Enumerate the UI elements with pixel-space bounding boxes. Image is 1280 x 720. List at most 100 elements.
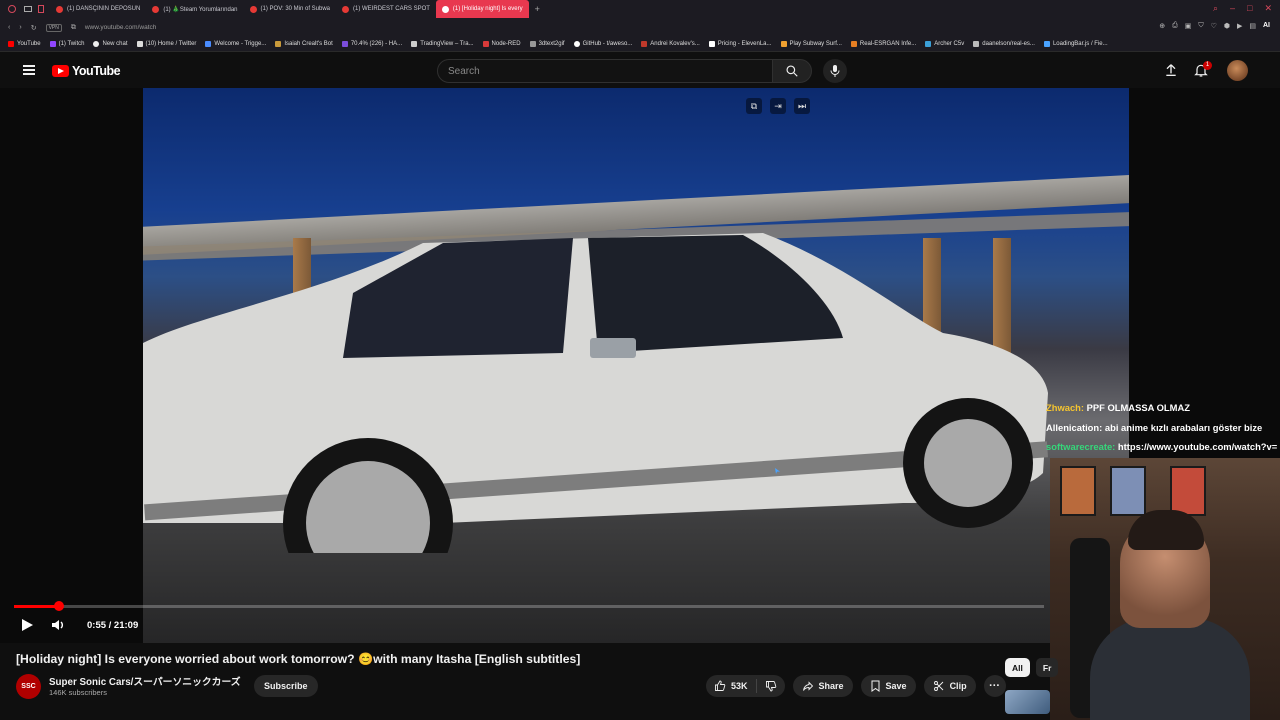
bookmark-label: daanelson/real-es... <box>982 41 1035 47</box>
pinned-tab-icon[interactable] <box>38 5 44 13</box>
url-field[interactable]: www.youtube.com/watch <box>85 24 157 31</box>
progress-bar[interactable] <box>14 601 1044 611</box>
browser-menu-icon[interactable] <box>8 5 16 13</box>
bookmark-item[interactable]: New chat <box>93 41 128 47</box>
share-button[interactable]: Share <box>792 675 853 697</box>
bookmark-item[interactable]: Andrei Kovalev's... <box>641 41 700 47</box>
bookmark-favicon-icon <box>925 41 932 47</box>
share-icon <box>802 681 813 691</box>
bookmark-label: LoadingBar.js / Fie... <box>1052 41 1108 47</box>
bookmark-item[interactable]: Isaiah Crealt's Bot <box>275 41 333 47</box>
tab-label: (1) [Holiday night] Is every <box>452 6 523 12</box>
browser-tab[interactable]: (1) POV: 30 Min of Subwa <box>244 0 336 18</box>
player-icon[interactable]: ▶ <box>1237 22 1242 30</box>
search-icon <box>786 65 798 77</box>
upload-icon[interactable] <box>1163 62 1179 78</box>
sidebar-icon[interactable]: ▤ <box>1249 22 1256 30</box>
microphone-icon <box>830 65 840 77</box>
bookmark-item[interactable]: Welcome - Trigge... <box>205 41 266 47</box>
browser-tab[interactable]: (1) WEIRDEST CARS SPOT <box>336 0 436 18</box>
browser-tab[interactable]: (1) DANSÇININ DEPOSUN <box>50 0 146 18</box>
bookmark-item[interactable]: 3dtext2gif <box>529 41 565 47</box>
wallet-icon[interactable]: ▣ <box>1185 22 1192 30</box>
chip-from[interactable]: Fr <box>1035 658 1059 677</box>
stream-chat-overlay: Zhwach: PPF OLMASSA OLMAZ Allenication: … <box>1046 398 1277 457</box>
search-button[interactable] <box>772 59 812 83</box>
bookmark-item[interactable]: GitHub - t/aweso... <box>573 41 632 47</box>
skip-next-icon[interactable]: ⏭ <box>794 98 810 114</box>
ai-icon[interactable]: AI <box>1263 22 1270 30</box>
more-actions-button[interactable]: ··· <box>983 675 1006 697</box>
snapshot-icon[interactable]: ⎙ <box>1172 22 1178 30</box>
theater-mode-icon[interactable]: ⇥ <box>770 98 786 114</box>
related-filter-chips: All Fr <box>1005 658 1059 677</box>
maximize-window-button[interactable]: □ <box>1247 3 1252 14</box>
like-button[interactable]: 53K <box>706 675 756 697</box>
menu-icon[interactable] <box>23 65 35 75</box>
play-icon[interactable] <box>20 618 34 632</box>
back-icon[interactable]: ‹ <box>8 24 10 31</box>
account-avatar[interactable] <box>1227 60 1248 81</box>
channel-avatar[interactable]: SSC <box>16 674 41 699</box>
chat-text: abi anime kızlı arabaları göster bize <box>1104 421 1263 433</box>
youtube-favicon-icon <box>342 5 350 13</box>
browser-tab[interactable]: (1) 🎄Steam Yorumlarından <box>146 0 243 18</box>
bookmark-item[interactable]: (10) Home / Twitter <box>136 41 196 47</box>
subscriber-count: 146K subscribers <box>49 688 107 697</box>
minimize-window-button[interactable]: – <box>1230 3 1235 14</box>
tab-label: (1) DANSÇININ DEPOSUN <box>67 6 141 12</box>
search-box <box>437 59 773 83</box>
shield-icon[interactable]: ⛉ <box>1198 22 1203 30</box>
bookmark-label: Archer C5v <box>934 41 965 47</box>
youtube-logo[interactable]: YouTube <box>52 64 121 78</box>
chip-all[interactable]: All <box>1005 658 1030 677</box>
bookmark-item[interactable]: Pricing - ElevenLa... <box>708 41 772 47</box>
bookmark-item[interactable]: (1) Twitch <box>49 41 84 47</box>
workspace-icon[interactable] <box>24 6 32 12</box>
heart-icon[interactable]: ♡ <box>1211 22 1217 30</box>
new-tab-button[interactable]: + <box>529 4 546 14</box>
bookmark-favicon-icon <box>708 41 715 47</box>
youtube-favicon-icon <box>152 5 160 13</box>
extension-icon[interactable]: ⬢ <box>1224 22 1230 30</box>
video-frame[interactable]: ⧉ ⇥ ⏭ <box>143 88 1129 643</box>
vpn-badge[interactable]: VPN <box>45 23 62 32</box>
bookmark-item[interactable]: LoadingBar.js / Fie... <box>1043 41 1108 47</box>
tab-label: (1) WEIRDEST CARS SPOT <box>353 6 430 12</box>
bookmark-item[interactable]: Node-RED <box>482 41 521 47</box>
subscribe-button[interactable]: Subscribe <box>254 675 318 697</box>
bookmark-favicon-icon <box>850 41 857 47</box>
zoom-icon[interactable]: ⊕ <box>1159 22 1165 30</box>
miniplayer-icon[interactable]: ⧉ <box>746 98 762 114</box>
save-button[interactable]: Save <box>860 675 916 697</box>
scissors-icon <box>933 681 943 691</box>
bookmark-label: Pricing - ElevenLa... <box>717 41 772 47</box>
progress-scrubber[interactable] <box>53 601 64 611</box>
search-input[interactable] <box>448 65 772 77</box>
channel-name[interactable]: Super Sonic Cars/スーパーソニックカーズ <box>49 674 241 688</box>
related-video-thumbnail[interactable] <box>1005 690 1050 714</box>
dislike-button[interactable] <box>757 675 785 697</box>
bookmark-label: Isaiah Crealt's Bot <box>284 41 333 47</box>
bookmark-item[interactable]: Play Subway Surf... <box>780 41 842 47</box>
voice-search-button[interactable] <box>823 59 847 83</box>
volume-icon[interactable] <box>51 618 65 632</box>
bookmark-item[interactable]: Archer C5v <box>925 41 964 47</box>
bookmark-item[interactable]: YouTube <box>8 41 41 47</box>
white-car-image <box>143 233 1049 553</box>
streamer-body <box>1090 618 1250 720</box>
site-info-icon[interactable]: ⧉ <box>71 24 76 32</box>
close-window-button[interactable]: ✕ <box>1264 3 1272 14</box>
bookmark-item[interactable]: Real-ESRGAN Infe... <box>850 41 916 47</box>
timecode: 0:55 / 21:09 <box>87 620 139 631</box>
clip-button[interactable]: Clip <box>923 675 976 697</box>
bookmark-item[interactable]: 70.4% (226) - HA... <box>341 41 402 47</box>
bookmark-item[interactable]: TradingView – Tra... <box>411 41 474 47</box>
reload-icon[interactable]: ↻ <box>31 24 37 32</box>
search-tabs-icon[interactable]: ⌕ <box>1213 3 1218 14</box>
streamer-webcam <box>1050 458 1280 720</box>
youtube-favicon-icon <box>56 5 63 13</box>
forward-icon[interactable]: › <box>19 24 21 31</box>
browser-tab-active[interactable]: (1) [Holiday night] Is every <box>435 0 529 18</box>
bookmark-item[interactable]: daanelson/real-es... <box>973 41 1035 47</box>
